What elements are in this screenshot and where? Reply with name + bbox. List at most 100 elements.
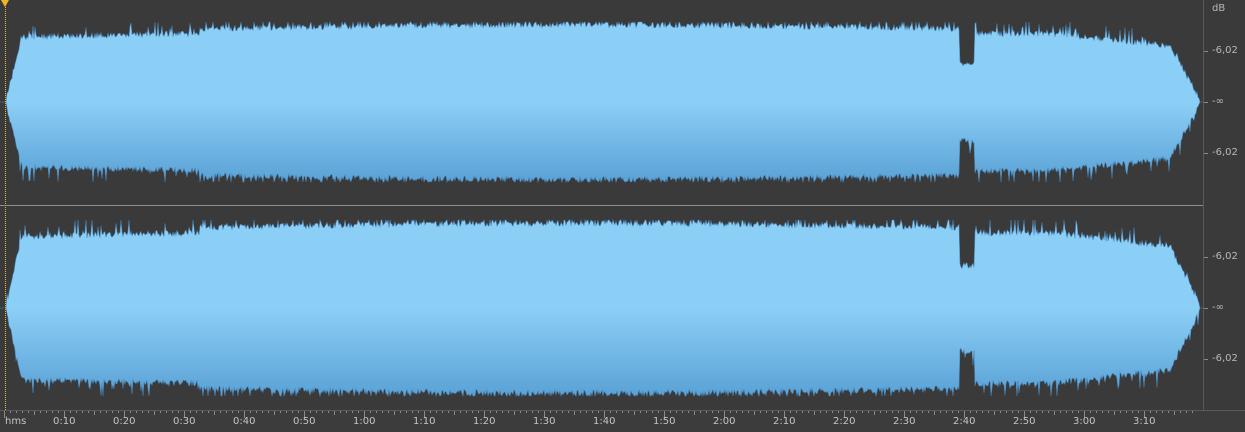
time-tick [478,411,479,413]
playhead-marker-icon[interactable] [1,0,9,7]
time-tick [1150,411,1151,413]
time-tick [322,411,323,413]
time-tick [214,411,215,415]
time-tick [1078,411,1079,413]
time-tick [832,411,833,413]
db-unit-label: dB [1212,3,1226,14]
time-tick [778,411,779,413]
time-tick [1096,411,1097,413]
db-ruler: dB -6,02 -∞ -6,02 -6,02 -∞ -6,02 [1203,0,1245,410]
time-tick [514,411,515,415]
db-tick [1204,102,1208,103]
time-tick [1054,411,1055,415]
time-tick [862,411,863,413]
time-tick [40,411,41,413]
time-tick [472,411,473,413]
time-tick [934,411,935,415]
time-tick [436,411,437,413]
time-tick [1012,411,1013,413]
time-tick [1066,411,1067,413]
time-ruler[interactable]: hms 0:10 0:20 0:30 0:40 0:50 1:00 1:10 1:20 1:30… [0,410,1245,432]
time-tick [274,411,275,415]
time-tick [262,411,263,413]
time-label: 1:20 [473,416,496,427]
time-tick [1036,411,1037,413]
time-tick [1102,411,1103,413]
time-tick [1156,411,1157,413]
time-tick [706,411,707,413]
time-tick [160,411,161,413]
time-tick [892,411,893,413]
time-tick [568,411,569,413]
time-tick [508,411,509,413]
time-tick [670,411,671,413]
db-tick [1204,51,1208,52]
time-tick [76,411,77,413]
time-tick [598,411,599,413]
time-tick [148,411,149,413]
time-tick [466,411,467,413]
time-tick [634,411,635,415]
time-tick [82,411,83,413]
time-tick [352,411,353,413]
time-tick [814,411,815,415]
time-tick [736,411,737,413]
time-tick [1000,411,1001,413]
time-tick [574,411,575,415]
time-tick [286,411,287,413]
time-tick [100,411,101,413]
time-tick [616,411,617,413]
time-tick [430,411,431,413]
time-tick [34,411,35,415]
time-tick [280,411,281,413]
time-tick [1186,411,1187,413]
time-tick [166,411,167,413]
time-tick [526,411,527,413]
time-tick [232,411,233,413]
time-tick [940,411,941,413]
time-tick [370,411,371,413]
time-tick [826,411,827,413]
db-label-bottom-center: -∞ [1212,302,1224,313]
db-label-bottom-lower: -6,02 [1212,353,1238,364]
time-tick [898,411,899,413]
time-tick [808,411,809,413]
time-tick [772,411,773,413]
time-tick [1120,411,1121,413]
time-tick [292,411,293,413]
time-tick [208,411,209,413]
time-tick [328,411,329,413]
time-tick [88,411,89,413]
time-tick [316,411,317,413]
time-tick [22,411,23,413]
time-tick [490,411,491,413]
time-tick [742,411,743,413]
time-tick [682,411,683,413]
time-tick [676,411,677,413]
time-tick [580,411,581,413]
time-tick [982,411,983,413]
time-label: 0:40 [233,416,256,427]
time-tick [916,411,917,413]
time-tick [850,411,851,413]
db-tick [1204,153,1208,154]
time-tick [454,411,455,415]
time-tick [1042,411,1043,413]
time-tick [1168,411,1169,413]
time-tick [442,411,443,413]
time-tick [1174,411,1175,415]
time-tick [976,411,977,413]
time-tick [256,411,257,413]
time-tick [994,411,995,415]
time-tick [394,411,395,415]
time-tick [922,411,923,413]
time-tick [502,411,503,413]
channel-divider[interactable] [0,205,1245,206]
time-tick [970,411,971,413]
db-tick [1204,359,1208,360]
db-tick [1204,257,1208,258]
time-tick [622,411,623,413]
time-tick [886,411,887,413]
time-tick [718,411,719,413]
time-tick [1192,411,1193,413]
